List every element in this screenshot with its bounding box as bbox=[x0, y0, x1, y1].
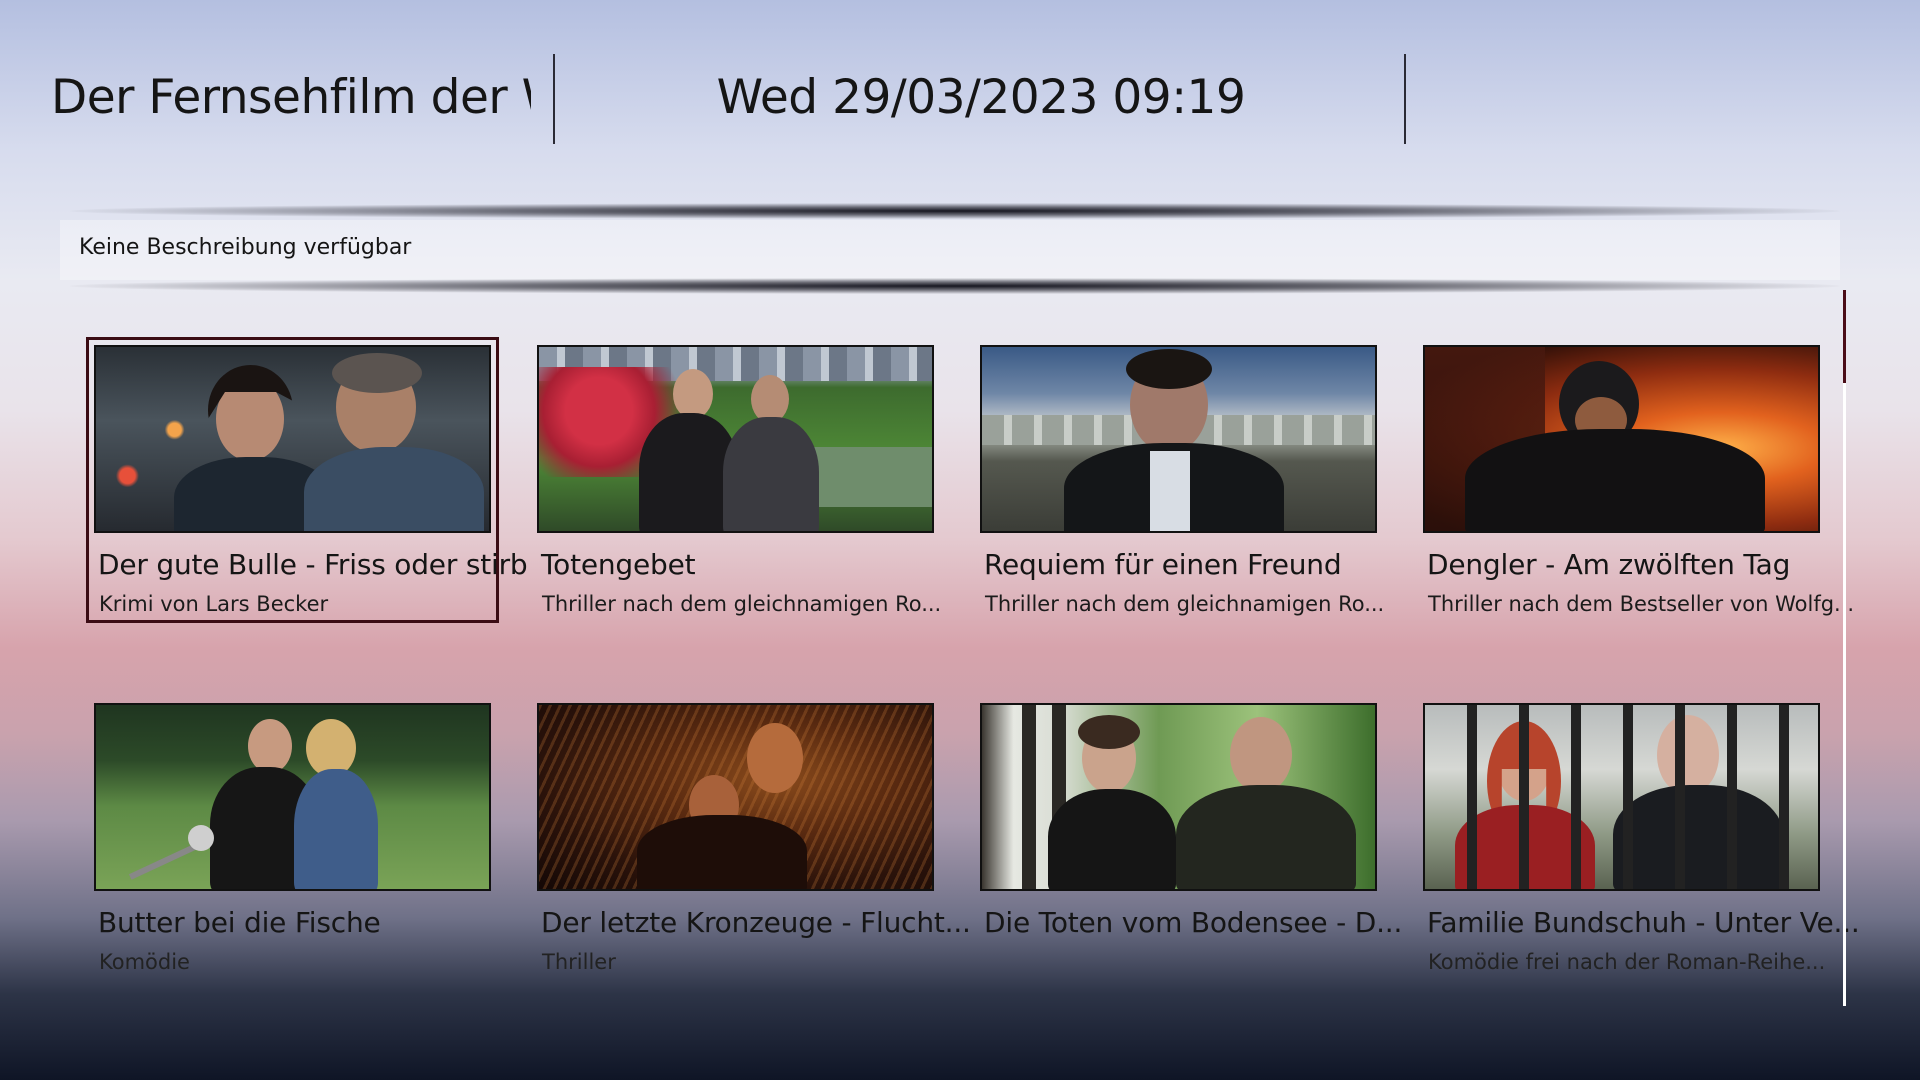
tile-title-6: Der letzte Kronzeuge - Flucht... bbox=[541, 906, 971, 939]
divider-bottom bbox=[70, 278, 1840, 294]
clock: Wed 29/03/2023 09:19 bbox=[716, 70, 1246, 125]
tile-title-3: Requiem für einen Freund bbox=[984, 548, 1342, 581]
tile-subtitle-4: Thriller nach dem Bestseller von Wolfg..… bbox=[1428, 592, 1855, 616]
tile-title-8: Familie Bundschuh - Unter Ve... bbox=[1427, 906, 1860, 939]
description-text: Keine Beschreibung verfügbar bbox=[79, 235, 412, 260]
media-tile-2[interactable]: Totengebet Thriller nach dem gleichnamig… bbox=[537, 345, 941, 616]
tile-subtitle-8: Komödie frei nach der Roman-Reihe... bbox=[1428, 950, 1826, 974]
tile-subtitle-5: Komödie bbox=[99, 950, 190, 974]
scrollbar[interactable] bbox=[1843, 290, 1846, 1006]
header-separator-right bbox=[1404, 54, 1406, 144]
media-tile-6[interactable]: Der letzte Kronzeuge - Flucht... Thrille… bbox=[537, 703, 971, 974]
media-tile-8[interactable]: Familie Bundschuh - Unter Ve... Komödie … bbox=[1423, 703, 1860, 974]
tile-title-2: Totengebet bbox=[541, 548, 696, 581]
tile-subtitle-1: Krimi von Lars Becker bbox=[99, 592, 329, 616]
tile-title-1: Der gute Bulle - Friss oder stirb bbox=[98, 548, 528, 581]
media-tile-7[interactable]: Die Toten vom Bodensee - D... bbox=[980, 703, 1402, 973]
thumbnail-1 bbox=[94, 345, 491, 533]
thumbnail-4 bbox=[1423, 345, 1820, 533]
divider-top bbox=[70, 203, 1840, 219]
tile-subtitle-6: Thriller bbox=[542, 950, 616, 974]
tile-title-5: Butter bei die Fische bbox=[98, 906, 381, 939]
tile-subtitle-2: Thriller nach dem gleichnamigen Ro... bbox=[542, 592, 942, 616]
thumbnail-3 bbox=[980, 345, 1377, 533]
scrollbar-thumb[interactable] bbox=[1843, 290, 1846, 384]
thumbnail-6 bbox=[537, 703, 934, 891]
page-title: Der Fernsehfilm der W... bbox=[51, 70, 531, 125]
media-tile-5[interactable]: Butter bei die Fische Komödie bbox=[94, 703, 491, 974]
media-tile-3[interactable]: Requiem für einen Freund Thriller nach d… bbox=[980, 345, 1384, 616]
tile-title-7: Die Toten vom Bodensee - D... bbox=[984, 906, 1403, 939]
thumbnail-8 bbox=[1423, 703, 1820, 891]
tile-title-4: Dengler - Am zwölften Tag bbox=[1427, 548, 1791, 581]
media-tile-4[interactable]: Dengler - Am zwölften Tag Thriller nach … bbox=[1423, 345, 1854, 616]
header-separator-left bbox=[553, 54, 555, 144]
media-tile-1[interactable]: Der gute Bulle - Friss oder stirb Krimi … bbox=[86, 337, 528, 623]
tile-subtitle-3: Thriller nach dem gleichnamigen Ro... bbox=[985, 592, 1385, 616]
thumbnail-2 bbox=[537, 345, 934, 533]
thumbnail-5 bbox=[94, 703, 491, 891]
thumbnail-7 bbox=[980, 703, 1377, 891]
